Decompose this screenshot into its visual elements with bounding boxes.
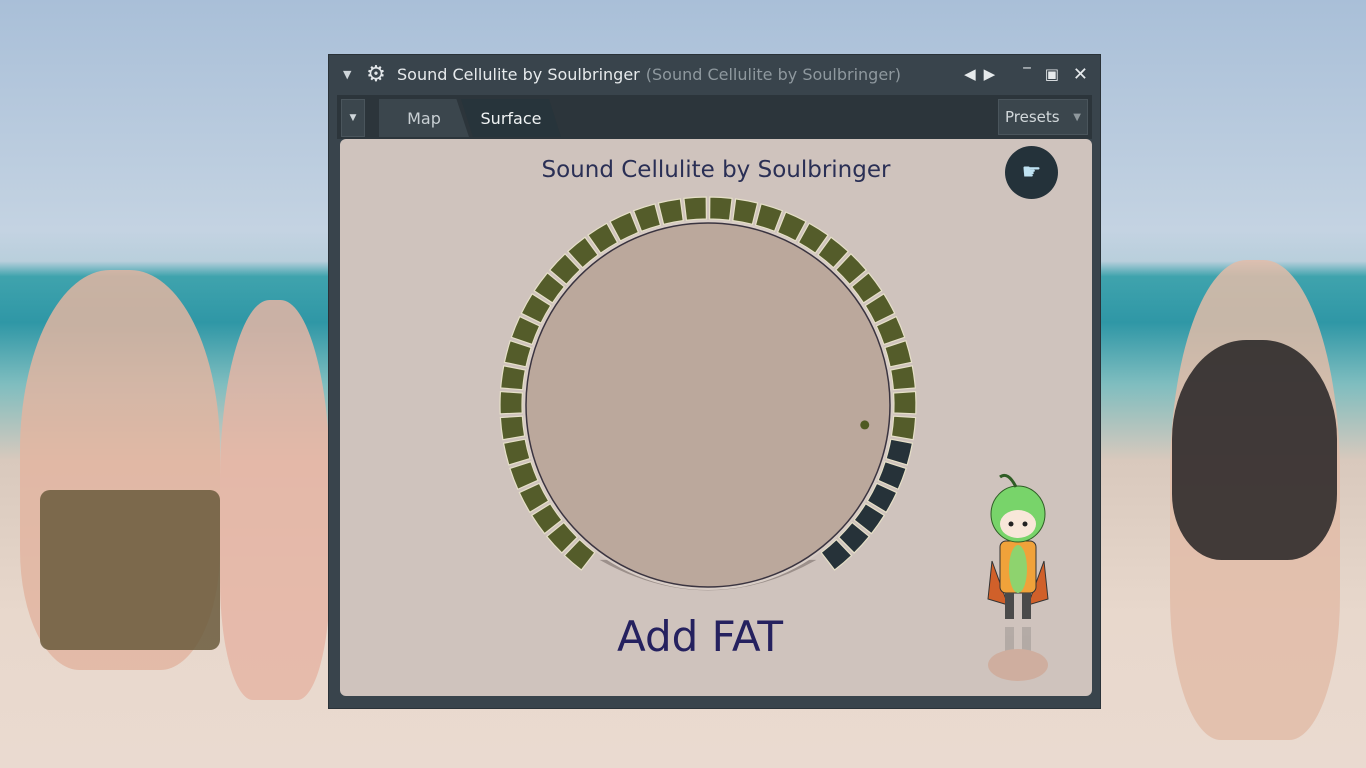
toolbar: ▼ Map Surface Presets ▼ (337, 95, 1092, 139)
surface-panel: Sound Cellulite by Soulbringer ☛ Add FAT (340, 139, 1092, 696)
knob-label: Add FAT (616, 612, 784, 661)
title-bar[interactable]: ▼ ⚙ Sound Cellulite by Soulbringer (Soun… (329, 55, 1100, 93)
mascot-character-icon (987, 473, 1049, 681)
dropdown-button[interactable]: ▼ (341, 99, 365, 137)
presets-label: Presets (1005, 108, 1060, 126)
knob-face (525, 222, 891, 588)
background-person (40, 490, 220, 650)
gear-icon[interactable]: ⚙ (363, 62, 389, 87)
minimize-icon[interactable]: ‾ (1023, 65, 1031, 83)
knob-segment (754, 203, 784, 233)
knob-segment (889, 365, 916, 391)
knob-segment (709, 196, 733, 221)
knob-segment (632, 203, 662, 233)
knob-segment (885, 438, 914, 466)
knob-segment (503, 339, 532, 368)
knob-segment (500, 365, 527, 391)
tab-map[interactable]: Map (379, 99, 469, 137)
background-person (1172, 340, 1337, 560)
window-title: Sound Cellulite by Soulbringer (397, 64, 640, 84)
knob-segment (657, 198, 684, 226)
knob-segment (892, 390, 917, 415)
knob-segment (732, 198, 759, 226)
knob-segment (884, 339, 913, 368)
knob-segment (683, 196, 707, 221)
background-person (220, 300, 330, 700)
menu-arrow-icon[interactable]: ▼ (343, 68, 355, 81)
close-icon[interactable]: ✕ (1073, 64, 1088, 85)
plugin-window: ▼ ⚙ Sound Cellulite by Soulbringer (Soun… (329, 55, 1100, 708)
knob-segment (502, 438, 531, 466)
chevron-down-icon: ▼ (1073, 111, 1081, 123)
knob-indicator (860, 420, 870, 430)
maximize-icon[interactable]: ▣ (1045, 65, 1059, 83)
tab-surface[interactable]: Surface (461, 99, 561, 137)
prev-icon[interactable]: ◀ (964, 65, 976, 83)
window-subtitle: (Sound Cellulite by Soulbringer) (645, 64, 901, 84)
knob-segment (499, 390, 524, 415)
presets-dropdown[interactable]: Presets ▼ (998, 99, 1088, 135)
knob-segment (499, 415, 526, 441)
knob-segment (890, 415, 917, 441)
tab-map-label: Map (407, 108, 441, 128)
tab-surface-label: Surface (480, 108, 542, 128)
next-icon[interactable]: ▶ (984, 65, 996, 83)
